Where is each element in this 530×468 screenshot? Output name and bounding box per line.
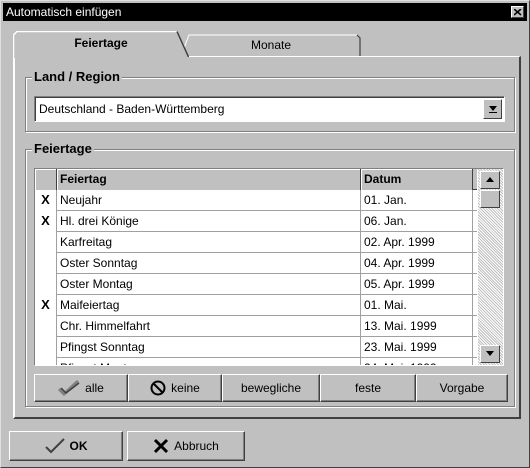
arrow-up-icon	[486, 177, 494, 182]
table-row[interactable]: Oster Montag 05. Apr. 1999	[35, 274, 477, 295]
scroll-up-button[interactable]	[480, 171, 500, 189]
row-checkbox[interactable]	[35, 358, 57, 365]
button-label: Vorgabe	[439, 381, 485, 395]
row-checkbox[interactable]	[35, 274, 57, 295]
row-checkbox[interactable]: X	[35, 190, 57, 211]
table-row[interactable]: X Hl. drei Könige 06. Jan.	[35, 211, 477, 232]
row-checkbox[interactable]	[35, 316, 57, 337]
dialog-window: Automatisch einfügen Monate Feiertage La…	[0, 0, 530, 468]
holiday-name: Pfingst Sonntag	[57, 337, 361, 358]
group-title: Land / Region	[32, 69, 122, 84]
holiday-date: 02. Apr. 1999	[361, 232, 473, 253]
holiday-date: 01. Mai.	[361, 295, 473, 316]
holiday-name: Oster Sonntag	[57, 253, 361, 274]
button-label: alle	[85, 381, 104, 395]
cancel-button[interactable]: Abbruch	[127, 431, 245, 461]
column-header-datum[interactable]: Datum	[361, 169, 473, 190]
holidays-grid[interactable]: Feiertag Datum X Neujahr 01. Jan. X Hl. …	[34, 168, 504, 366]
dropdown-button[interactable]	[483, 99, 502, 119]
header-check-cell	[35, 169, 57, 190]
table-row[interactable]: X Neujahr 01. Jan.	[35, 190, 477, 211]
tab-label: Feiertage	[74, 36, 128, 50]
close-button[interactable]	[511, 6, 524, 18]
filter-button-bar: alle keine bewegliche feste Vorgabe	[34, 374, 508, 402]
holiday-date: 13. Mai. 1999	[361, 316, 473, 337]
holiday-date: 23. Mai. 1999	[361, 337, 473, 358]
holiday-name: Oster Montag	[57, 274, 361, 295]
table-row[interactable]: Pfingst Sonntag 23. Mai. 1999	[35, 337, 477, 358]
tab-panel: Land / Region Deutschland - Baden-Württe…	[13, 56, 521, 419]
holiday-date: 04. Apr. 1999	[361, 253, 473, 274]
tab-feiertage[interactable]: Feiertage	[13, 31, 189, 58]
button-label: bewegliche	[240, 381, 302, 395]
button-label: OK	[69, 439, 88, 453]
holiday-date: 01. Jan.	[361, 190, 473, 211]
table-row[interactable]: Pfingst Montag 24. Mai. 1999	[35, 358, 477, 365]
row-checkbox[interactable]	[35, 253, 57, 274]
grid-body: Feiertag Datum X Neujahr 01. Jan. X Hl. …	[35, 169, 477, 365]
holiday-name: Hl. drei Könige	[57, 211, 361, 232]
tab-monate[interactable]: Monate	[181, 34, 361, 56]
fixed-holidays-button[interactable]: feste	[320, 374, 416, 402]
land-region-group: Land / Region Deutschland - Baden-Württe…	[25, 69, 515, 132]
tab-label: Monate	[250, 38, 292, 52]
button-label: Abbruch	[174, 439, 219, 453]
table-row[interactable]: Karfreitag 02. Apr. 1999	[35, 232, 477, 253]
group-title: Feiertage	[32, 141, 94, 156]
button-label: feste	[354, 381, 381, 395]
holiday-name: Neujahr	[57, 190, 361, 211]
window-title: Automatisch einfügen	[6, 5, 122, 19]
column-header-feiertag[interactable]: Feiertag	[57, 169, 361, 190]
scroll-thumb[interactable]	[480, 190, 500, 208]
vertical-scrollbar[interactable]	[478, 169, 503, 365]
row-checkbox[interactable]: X	[35, 295, 57, 316]
movable-holidays-button[interactable]: bewegliche	[222, 374, 320, 402]
arrow-down-icon	[486, 351, 494, 356]
land-region-value: Deutschland - Baden-Württemberg	[39, 102, 225, 116]
table-row[interactable]: X Maifeiertag 01. Mai.	[35, 295, 477, 316]
checkmark-icon	[58, 379, 80, 396]
land-region-select[interactable]: Deutschland - Baden-Württemberg	[34, 96, 505, 122]
ok-button[interactable]: OK	[9, 431, 123, 461]
select-all-button[interactable]: alle	[34, 374, 128, 402]
holiday-name: Chr. Himmelfahrt	[57, 316, 361, 337]
table-row[interactable]: Chr. Himmelfahrt 13. Mai. 1999	[35, 316, 477, 337]
checkmark-icon	[44, 438, 65, 454]
holiday-date: 06. Jan.	[361, 211, 473, 232]
holiday-name: Maifeiertag	[57, 295, 361, 316]
row-checkbox[interactable]	[35, 232, 57, 253]
holiday-name: Pfingst Montag	[57, 358, 361, 365]
holiday-date: 05. Apr. 1999	[361, 274, 473, 295]
chevron-down-icon	[489, 106, 497, 113]
holidays-group: Feiertage Feiertag Datum X Neujahr 01. J…	[25, 141, 515, 407]
holiday-name: Karfreitag	[57, 232, 361, 253]
default-button[interactable]: Vorgabe	[416, 374, 508, 402]
button-label: keine	[171, 381, 200, 395]
grid-header: Feiertag Datum	[35, 169, 477, 190]
no-entry-icon	[150, 380, 166, 396]
holiday-date: 24. Mai. 1999	[361, 358, 473, 365]
dialog-button-bar: OK Abbruch	[9, 431, 521, 461]
title-bar[interactable]: Automatisch einfügen	[3, 3, 527, 21]
table-row[interactable]: Oster Sonntag 04. Apr. 1999	[35, 253, 477, 274]
select-none-button[interactable]: keine	[128, 374, 222, 402]
close-icon	[514, 9, 522, 16]
x-icon	[154, 438, 169, 453]
row-checkbox[interactable]	[35, 337, 57, 358]
scroll-down-button[interactable]	[480, 345, 500, 363]
row-checkbox[interactable]: X	[35, 211, 57, 232]
